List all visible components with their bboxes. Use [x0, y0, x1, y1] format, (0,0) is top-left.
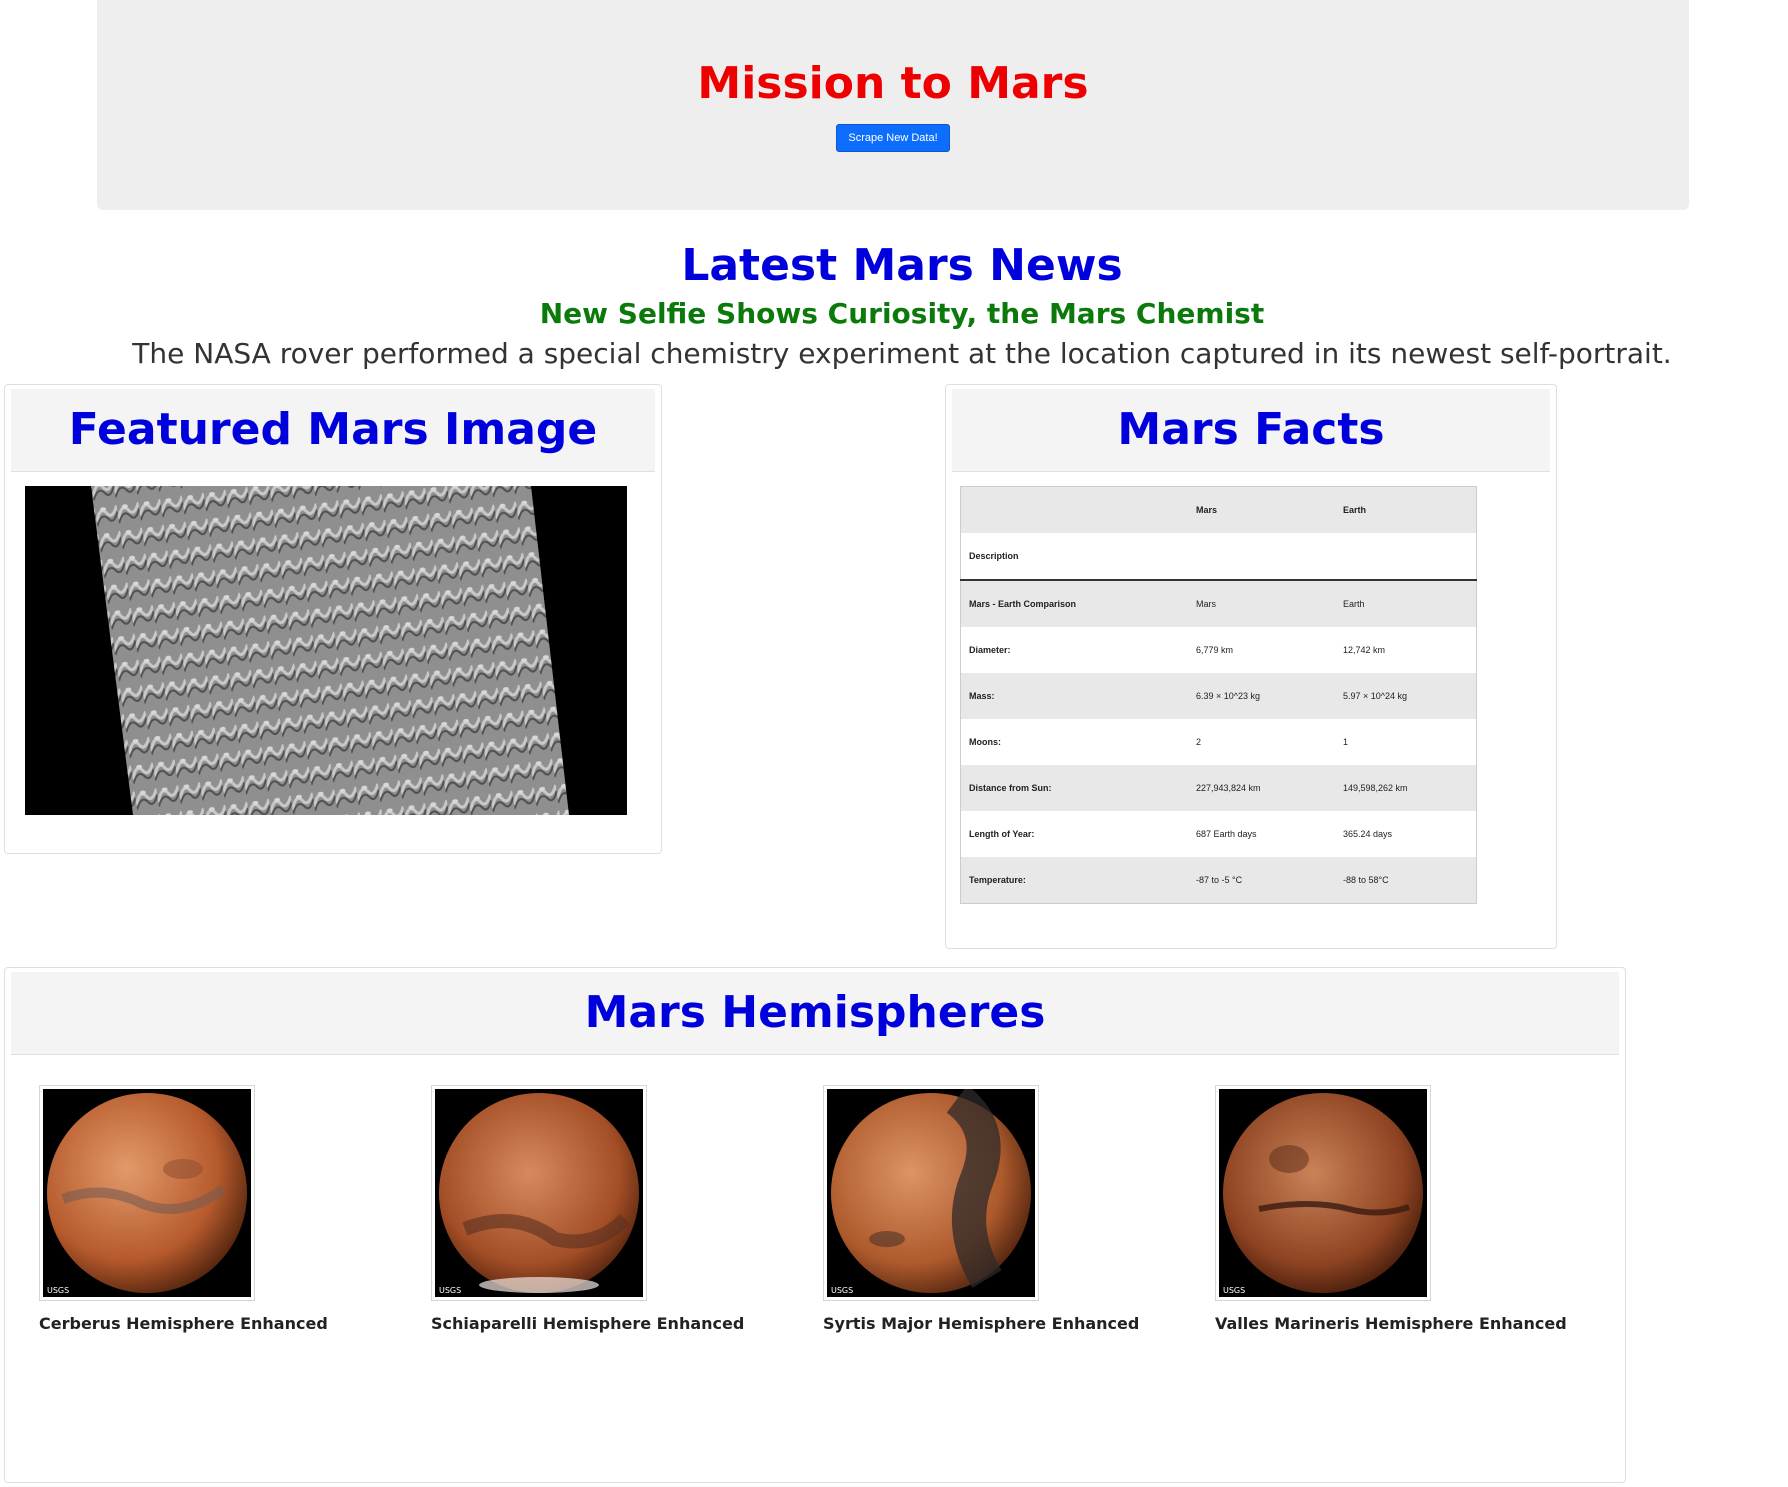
table-row: Distance from Sun: 227,943,824 km 149,59… — [960, 765, 1477, 811]
facts-row-earth: 5.97 × 10^24 kg — [1335, 673, 1477, 719]
facts-row-label: Length of Year: — [969, 829, 1035, 839]
mars-globe-icon: USGS — [435, 1089, 643, 1297]
header-jumbotron: Mission to Mars Scrape New Data! — [97, 0, 1689, 210]
facts-row-earth: 149,598,262 km — [1335, 765, 1477, 811]
facts-row-mars: 227,943,824 km — [1188, 765, 1335, 811]
hemisphere-item-schiaparelli[interactable]: USGS Schiaparelli Hemisphere Enhanced — [431, 1085, 791, 1333]
site-title: Mission to Mars — [697, 58, 1089, 109]
news-heading: Latest Mars News — [681, 240, 1123, 291]
facts-row-mars: 6.39 × 10^23 kg — [1188, 673, 1335, 719]
mars-hemispheres-header: Mars Hemispheres — [11, 972, 1619, 1055]
mars-globe-icon: USGS — [1219, 1089, 1427, 1297]
svg-text:USGS: USGS — [831, 1286, 853, 1295]
mars-globe-icon: USGS — [827, 1089, 1035, 1297]
featured-image-card: Featured Mars Image — [4, 384, 662, 854]
mars-facts-card: Mars Facts Mars Earth Description Mars -… — [945, 384, 1557, 949]
facts-col-earth: Earth — [1335, 486, 1477, 533]
facts-row-mars: 6,779 km — [1196, 645, 1234, 655]
facts-index-label: Description — [960, 533, 1188, 581]
facts-row-label: Diameter: — [969, 645, 1011, 655]
facts-row-label: Mass: — [960, 673, 1188, 719]
news-teaser: The NASA rover performed a special chemi… — [132, 337, 1672, 370]
hemisphere-thumbnail[interactable]: USGS — [1215, 1085, 1431, 1301]
hemisphere-title: Syrtis Major Hemisphere Enhanced — [823, 1314, 1140, 1333]
facts-row-label: Distance from Sun: — [960, 765, 1188, 811]
mars-facts-header: Mars Facts — [952, 389, 1550, 472]
facts-col-blank — [960, 486, 1188, 533]
hemisphere-title: Schiaparelli Hemisphere Enhanced — [431, 1314, 745, 1333]
mars-facts-table: Mars Earth Description Mars - Earth Comp… — [960, 486, 1477, 904]
facts-row-mars: 687 Earth days — [1196, 829, 1257, 839]
facts-col-mars: Mars — [1188, 486, 1335, 533]
scrape-new-data-button[interactable]: Scrape New Data! — [836, 124, 950, 152]
facts-row-label: Temperature: — [960, 857, 1188, 904]
facts-row-label: Moons: — [969, 737, 1001, 747]
featured-image-heading: Featured Mars Image — [68, 404, 598, 455]
facts-row-earth: Earth — [1335, 580, 1477, 627]
table-row: Temperature: -87 to -5 °C -88 to 58°C — [960, 857, 1477, 904]
hemispheres-grid: USGS Cerberus Hemisphere Enhanced USGS S… — [39, 1085, 1625, 1365]
facts-row-earth: 1 — [1343, 737, 1349, 747]
svg-text:USGS: USGS — [47, 1286, 69, 1295]
hemisphere-title: Valles Marineris Hemisphere Enhanced — [1215, 1314, 1567, 1333]
hemisphere-item-valles-marineris[interactable]: USGS Valles Marineris Hemisphere Enhance… — [1215, 1085, 1575, 1333]
mars-dunes-image — [25, 486, 627, 815]
table-row: Mars - Earth Comparison Mars Earth — [960, 580, 1477, 627]
mars-hemispheres-heading: Mars Hemispheres — [584, 987, 1046, 1038]
facts-row-earth: 365.24 days — [1343, 829, 1393, 839]
mars-globe-icon: USGS — [43, 1089, 251, 1297]
hemisphere-thumbnail[interactable]: USGS — [39, 1085, 255, 1301]
facts-row-mars: Mars — [1188, 580, 1335, 627]
table-row: Moons: 2 1 — [961, 719, 1477, 765]
table-row: Length of Year: 687 Earth days 365.24 da… — [961, 811, 1477, 857]
facts-row-mars: 2 — [1196, 737, 1202, 747]
table-row: Mass: 6.39 × 10^23 kg 5.97 × 10^24 kg — [960, 673, 1477, 719]
hemisphere-title: Cerberus Hemisphere Enhanced — [39, 1314, 328, 1333]
mars-facts-heading: Mars Facts — [1117, 404, 1385, 455]
facts-row-label: Mars - Earth Comparison — [960, 580, 1188, 627]
facts-row-mars: -87 to -5 °C — [1188, 857, 1335, 904]
facts-table-header-row: Mars Earth — [960, 486, 1477, 533]
svg-text:USGS: USGS — [439, 1286, 461, 1295]
facts-row-earth: -88 to 58°C — [1335, 857, 1477, 904]
featured-image-header: Featured Mars Image — [11, 389, 655, 472]
hemisphere-item-cerberus[interactable]: USGS Cerberus Hemisphere Enhanced — [39, 1085, 399, 1333]
hemisphere-item-syrtis-major[interactable]: USGS Syrtis Major Hemisphere Enhanced — [823, 1085, 1183, 1333]
mars-hemispheres-card: Mars Hemispheres USGS Cerberus Hemispher… — [4, 967, 1626, 1483]
news-title: New Selfie Shows Curiosity, the Mars Che… — [539, 297, 1265, 330]
hemisphere-thumbnail[interactable]: USGS — [823, 1085, 1039, 1301]
svg-text:USGS: USGS — [1223, 1286, 1245, 1295]
table-row: Diameter: 6,779 km 12,742 km — [961, 627, 1477, 673]
facts-table-index-row: Description — [960, 533, 1477, 581]
hemisphere-thumbnail[interactable]: USGS — [431, 1085, 647, 1301]
facts-row-earth: 12,742 km — [1343, 645, 1386, 655]
